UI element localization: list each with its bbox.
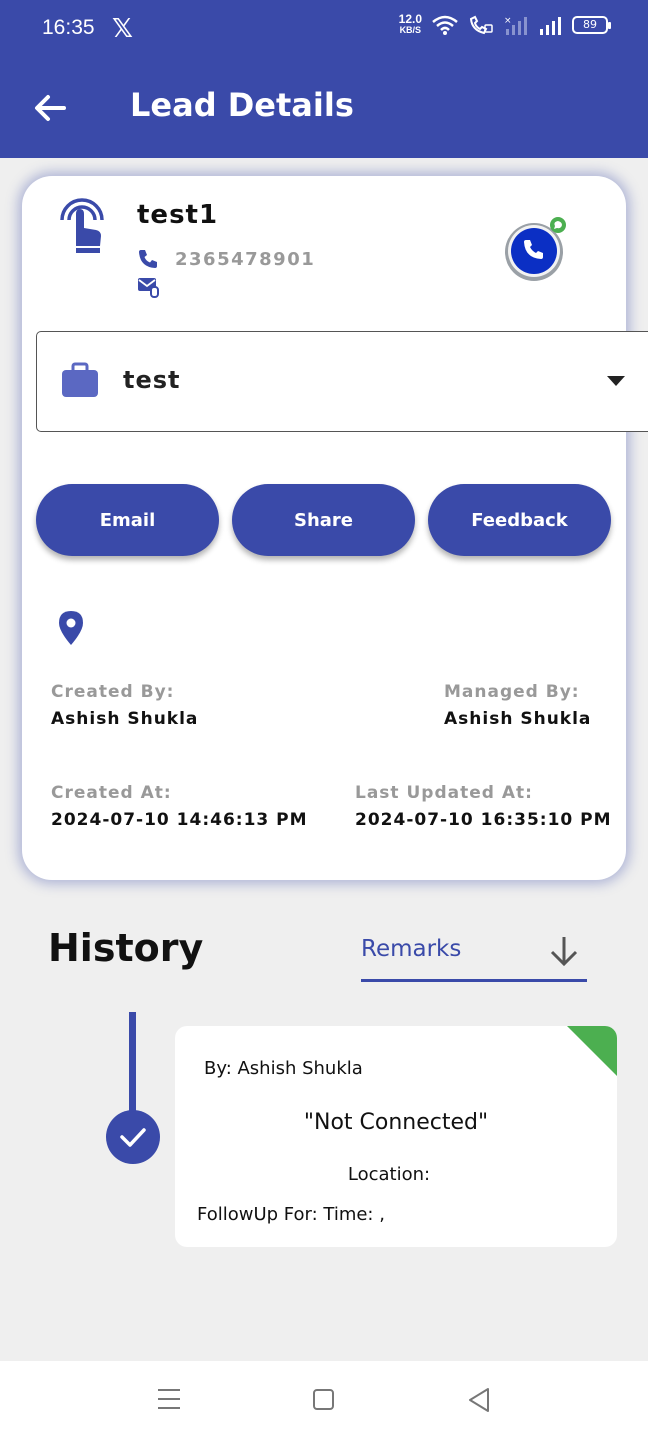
phone-row[interactable]: 2365478901 xyxy=(137,248,315,270)
svg-text:×: × xyxy=(504,16,512,26)
system-nav-bar xyxy=(0,1361,648,1440)
chevron-down-icon xyxy=(607,376,625,386)
category-dropdown[interactable]: test xyxy=(36,331,648,432)
nav-home-icon[interactable] xyxy=(313,1389,334,1410)
timeline-line xyxy=(129,1012,136,1122)
remarks-filter-value: Remarks xyxy=(361,936,462,962)
check-icon xyxy=(120,1128,146,1147)
feedback-button[interactable]: Feedback xyxy=(428,484,611,556)
share-button[interactable]: Share xyxy=(232,484,415,556)
status-icons: 12.0 KB/S × 89 xyxy=(398,12,611,36)
category-value: test xyxy=(123,366,181,394)
tap-icon xyxy=(60,198,104,253)
history-entry-status: "Not Connected" xyxy=(303,1110,489,1135)
timeline-check xyxy=(106,1110,160,1164)
phone-number: 2365478901 xyxy=(175,248,316,270)
phone-icon xyxy=(139,250,157,268)
updated-at-label: Last Updated At: xyxy=(355,783,533,803)
x-icon: 𝕏 xyxy=(112,14,133,44)
page-title: Lead Details xyxy=(130,86,354,124)
remarks-filter-select[interactable]: Remarks xyxy=(361,930,587,982)
created-at-value: 2024-07-10 14:46:13 PM xyxy=(51,810,308,830)
app-bar: 16:35 𝕏 12.0 KB/S × 89 Lead Details xyxy=(0,0,648,158)
arrow-down-icon xyxy=(550,937,578,967)
signal-icon-1: × xyxy=(504,16,527,35)
history-entry-by: By: Ashish Shukla xyxy=(204,1058,363,1079)
status-time: 16:35 xyxy=(42,16,95,39)
created-at-label: Created At: xyxy=(51,783,172,803)
email-button[interactable]: Email xyxy=(36,484,219,556)
call-whatsapp-icon[interactable] xyxy=(502,216,568,282)
back-arrow-icon[interactable] xyxy=(30,88,70,128)
wifi-icon xyxy=(432,15,458,35)
lead-card: test1 2365478901 test Email Share Feedba… xyxy=(22,176,648,880)
history-entry-location: Location: xyxy=(347,1164,431,1185)
history-entry-followup: FollowUp For: Time: , xyxy=(197,1204,385,1225)
lead-name: test1 xyxy=(137,200,219,230)
signal-icon-2 xyxy=(540,17,561,35)
mail-icon[interactable] xyxy=(137,276,161,298)
net-speed-unit: KB/S xyxy=(399,25,422,35)
updated-at-value: 2024-07-10 16:35:10 PM xyxy=(355,810,612,830)
battery-icon: 89 xyxy=(572,16,611,34)
status-corner-flag xyxy=(567,1026,617,1076)
managed-by-value: Ashish Shukla xyxy=(444,709,592,729)
briefcase-icon xyxy=(62,362,98,397)
nav-menu-icon[interactable] xyxy=(157,1387,181,1411)
wifi-call-icon xyxy=(469,15,493,35)
created-by-value: Ashish Shukla xyxy=(51,709,199,729)
managed-by-label: Managed By: xyxy=(444,682,580,702)
created-by-label: Created By: xyxy=(51,682,175,702)
net-speed-value: 12.0 xyxy=(398,12,422,26)
network-speed: 12.0 KB/S xyxy=(398,12,422,36)
location-pin-icon[interactable] xyxy=(58,610,84,646)
nav-back-icon[interactable] xyxy=(467,1387,491,1413)
history-title: History xyxy=(48,926,204,970)
history-entry-card[interactable]: By: Ashish Shukla "Not Connected" Locati… xyxy=(175,1026,617,1247)
